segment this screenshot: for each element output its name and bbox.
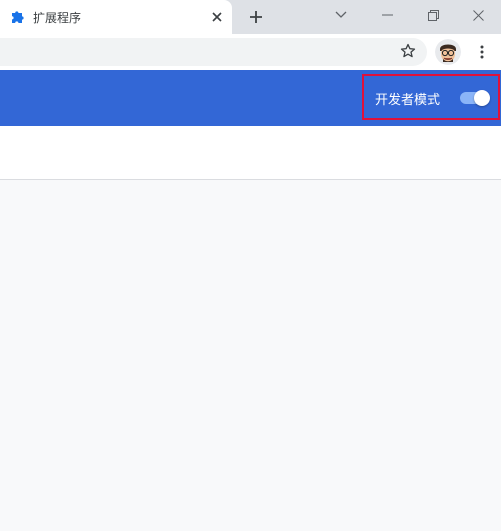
close-window-icon[interactable] — [455, 0, 501, 30]
profile-avatar[interactable] — [435, 39, 461, 65]
extensions-header: 开发者模式 — [0, 70, 501, 126]
puzzle-piece-icon — [9, 9, 25, 25]
tab-strip: 扩展程序 — [0, 0, 501, 34]
tab-extensions[interactable]: 扩展程序 — [0, 0, 232, 34]
browser-toolbar — [0, 34, 501, 70]
tab-search-chevron-down-icon[interactable] — [318, 0, 364, 30]
extensions-content-area — [0, 180, 501, 531]
more-menu-icon[interactable] — [471, 40, 493, 64]
tab-title: 扩展程序 — [33, 11, 82, 25]
new-tab-plus-icon[interactable] — [244, 5, 268, 29]
bookmark-star-icon[interactable] — [397, 40, 419, 62]
address-bar[interactable] — [0, 38, 427, 66]
tab-close-icon[interactable] — [208, 8, 226, 26]
restore-icon[interactable] — [410, 0, 456, 30]
highlight-annotation-box — [362, 74, 500, 120]
minimize-icon[interactable] — [364, 0, 410, 30]
extensions-subtoolbar — [0, 126, 501, 180]
